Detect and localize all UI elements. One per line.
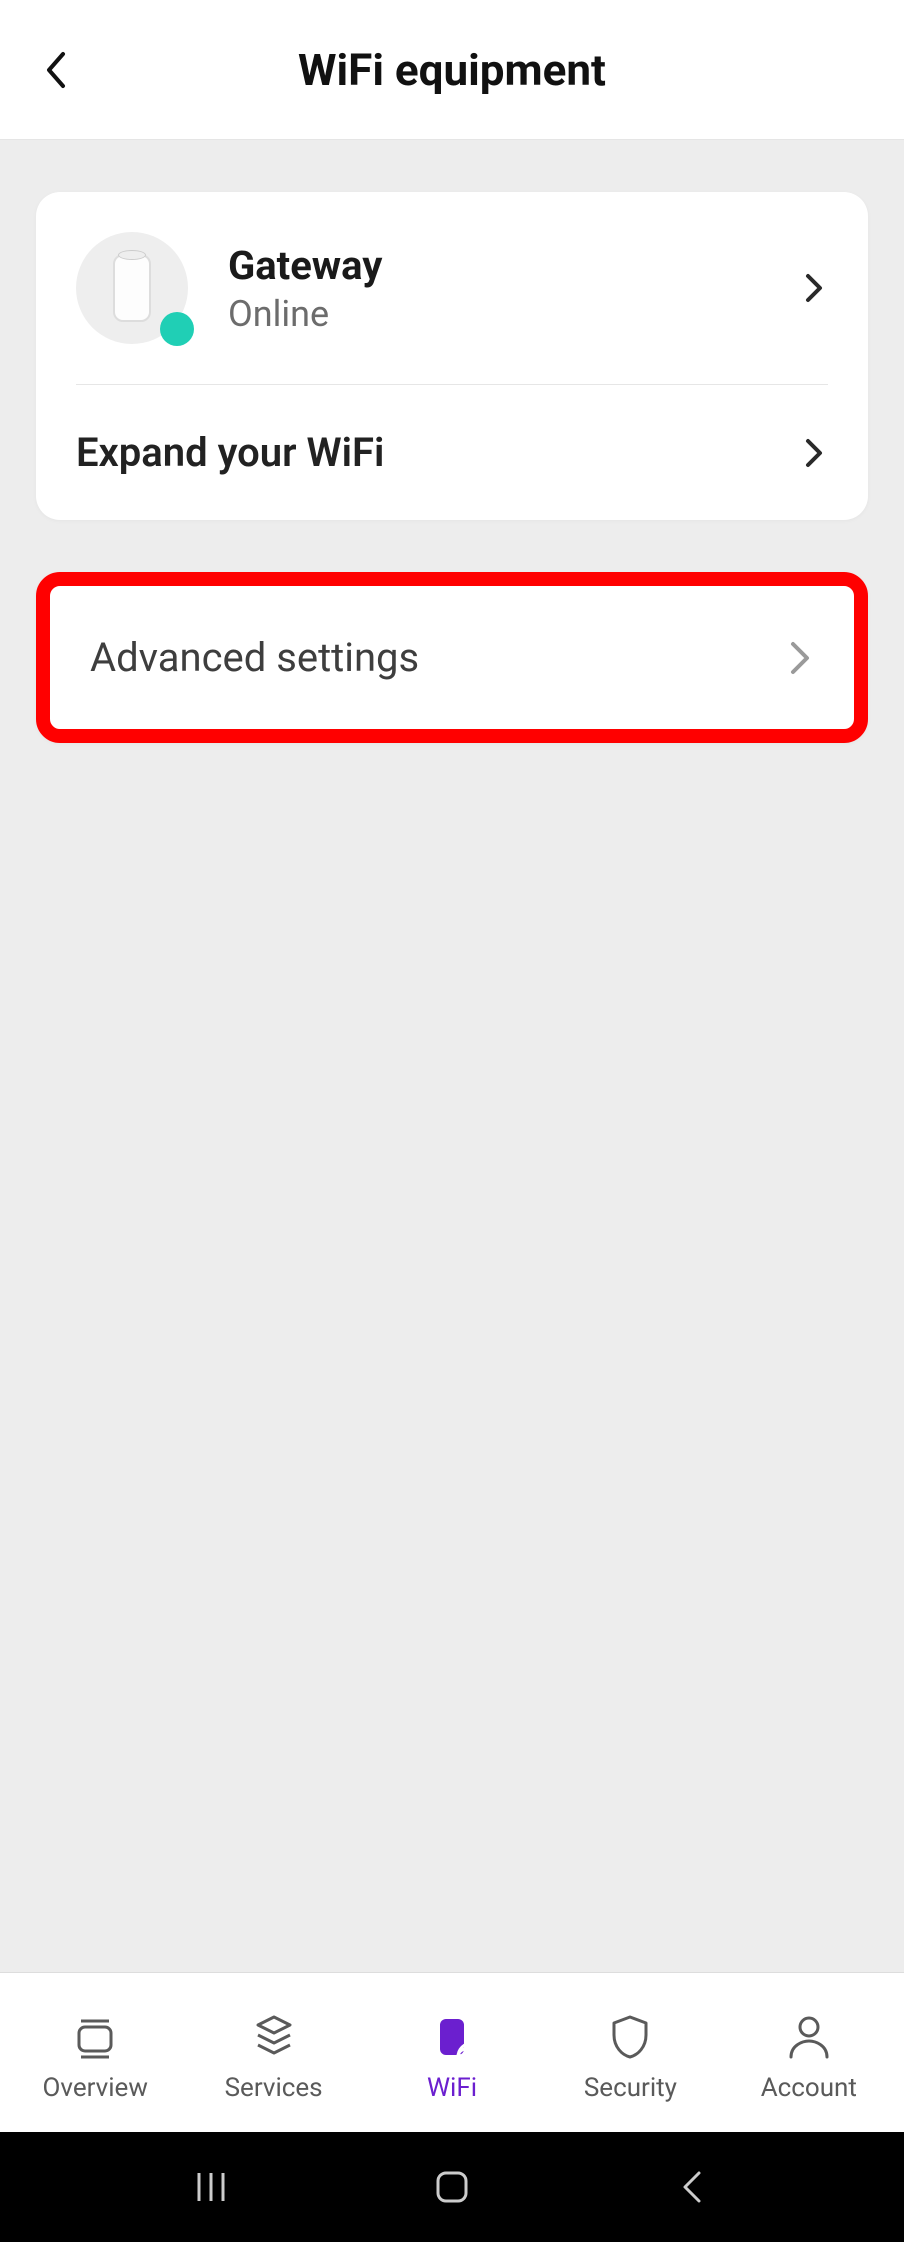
wifi-icon: [424, 2009, 480, 2065]
nav-account-label: Account: [761, 2073, 857, 2103]
nav-security-label: Security: [584, 2073, 677, 2103]
bottom-nav: Overview Services WiFi: [0, 1972, 904, 2132]
nav-wifi[interactable]: WiFi: [363, 2009, 541, 2103]
security-icon: [602, 2009, 658, 2065]
chevron-right-icon: [786, 644, 814, 672]
nav-security[interactable]: Security: [541, 2009, 719, 2103]
content-area: Gateway Online Expand your WiFi: [0, 140, 904, 1972]
gateway-icon: [76, 232, 188, 344]
gateway-row[interactable]: Gateway Online: [36, 192, 868, 384]
system-nav-bar: [0, 2132, 904, 2242]
nav-wifi-label: WiFi: [427, 2073, 477, 2103]
header: WiFi equipment: [0, 0, 904, 140]
nav-services[interactable]: Services: [184, 2009, 362, 2103]
nav-account[interactable]: Account: [720, 2009, 898, 2103]
overview-icon: [67, 2009, 123, 2065]
nav-overview-label: Overview: [43, 2073, 148, 2103]
sys-recents-button[interactable]: [171, 2157, 251, 2217]
gateway-text: Gateway Online: [228, 242, 800, 335]
equipment-card: Gateway Online Expand your WiFi: [36, 192, 868, 520]
expand-wifi-row[interactable]: Expand your WiFi: [36, 385, 868, 520]
gateway-status: Online: [228, 293, 800, 335]
expand-wifi-label: Expand your WiFi: [76, 429, 800, 476]
nav-overview[interactable]: Overview: [6, 2009, 184, 2103]
chevron-right-icon: [800, 274, 828, 302]
sys-home-button[interactable]: [412, 2157, 492, 2217]
recents-icon: [191, 2167, 231, 2207]
status-dot-icon: [160, 312, 194, 346]
advanced-settings-label: Advanced settings: [90, 634, 786, 681]
back-icon: [673, 2167, 713, 2207]
page-title: WiFi equipment: [36, 44, 868, 96]
nav-services-label: Services: [225, 2073, 323, 2103]
home-icon: [432, 2167, 472, 2207]
services-icon: [246, 2009, 302, 2065]
chevron-right-icon: [800, 439, 828, 467]
gateway-title: Gateway: [228, 242, 800, 289]
advanced-settings-card: Advanced settings: [36, 572, 868, 743]
account-icon: [781, 2009, 837, 2065]
advanced-settings-row[interactable]: Advanced settings: [50, 586, 854, 729]
sys-back-button[interactable]: [653, 2157, 733, 2217]
